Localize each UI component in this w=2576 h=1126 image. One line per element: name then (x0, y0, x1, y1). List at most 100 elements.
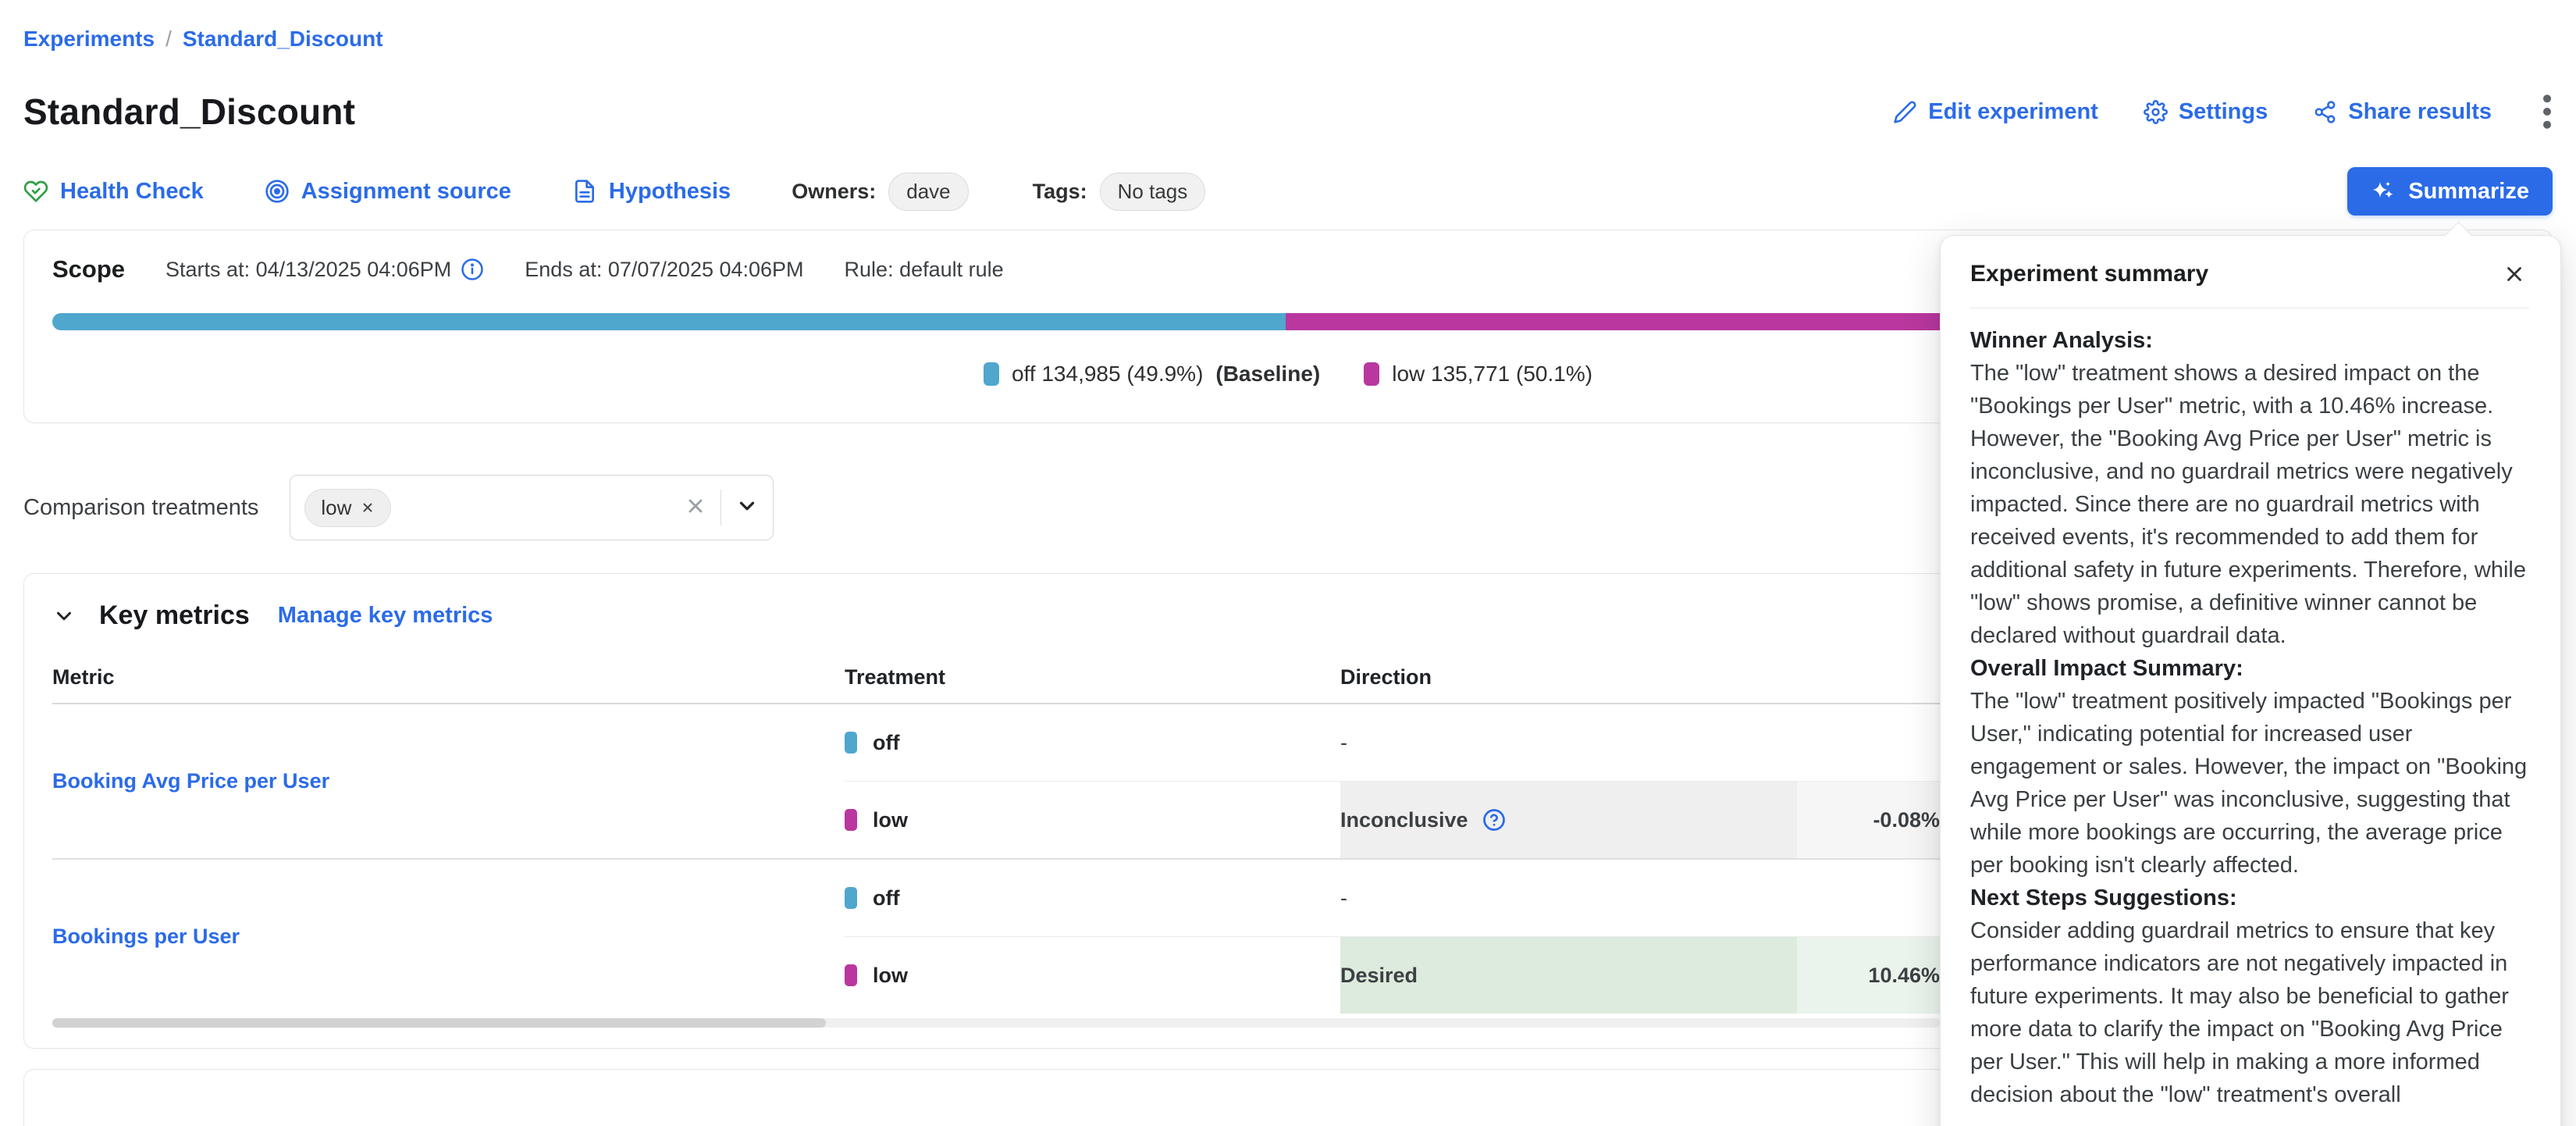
legend-baseline-tag: (Baseline) (1215, 362, 1320, 387)
settings-button[interactable]: Settings (2144, 99, 2268, 125)
chevron-down-icon[interactable] (735, 494, 759, 522)
summarize-button[interactable]: Summarize (2347, 167, 2553, 216)
legend-text-low: low 135,771 (50.1%) (1392, 362, 1592, 387)
summary-section-heading: Overall Impact Summary: (1970, 652, 2529, 685)
treatment-cell: off (845, 859, 1340, 937)
value-cell (1797, 704, 1940, 782)
settings-label: Settings (2179, 99, 2268, 125)
selected-treatment-chip[interactable]: low (304, 489, 391, 527)
share-results-label: Share results (2348, 99, 2492, 125)
summary-section-body: The "low" treatment positively impacted … (1970, 685, 2529, 882)
column-header-value (1797, 651, 1940, 704)
question-circle-icon[interactable] (1482, 808, 1506, 832)
legend-item-off: off 134,985 (49.9%) (Baseline) (984, 362, 1320, 387)
distribution-segment-off (52, 313, 1286, 330)
metric-link[interactable]: Booking Avg Price per User (52, 769, 329, 793)
gear-icon (2144, 100, 2168, 124)
tab-health-check[interactable]: Health Check (23, 179, 204, 205)
legend-swatch-low (1364, 362, 1379, 386)
legend-swatch-off (984, 362, 999, 386)
sparkles-icon (2371, 179, 2396, 204)
owners-group: Owners: dave (792, 173, 968, 211)
table-row: Bookings per User off - (52, 859, 1940, 937)
experiment-summary-panel: Experiment summary Winner Analysis: The … (1940, 235, 2561, 1126)
document-icon (572, 179, 597, 204)
direction-cell-inconclusive: Inconclusive (1340, 782, 1797, 860)
heart-check-icon (23, 179, 48, 204)
metric-group: Booking Avg Price per User off - (52, 704, 1940, 859)
scope-starts: Starts at: 04/13/2025 04:06PM (165, 258, 484, 282)
tab-assignment-source[interactable]: Assignment source (265, 179, 511, 205)
breadcrumb-link-experiments[interactable]: Experiments (23, 27, 155, 52)
treatment-label: off (873, 731, 899, 755)
treatment-swatch (845, 809, 857, 831)
breadcrumb-link-current[interactable]: Standard_Discount (183, 27, 383, 52)
scope-title: Scope (52, 255, 125, 283)
value-cell: -0.08% (1797, 782, 1940, 860)
value-cell: 10.46% (1797, 937, 1940, 1014)
treatment-label: low (873, 808, 908, 832)
summary-panel-header: Experiment summary (1970, 259, 2529, 289)
treatment-swatch (845, 964, 857, 986)
share-icon (2313, 100, 2337, 124)
comparison-treatments-select[interactable]: low (290, 475, 774, 540)
summary-panel-title: Experiment summary (1970, 261, 2208, 287)
table-header-row: Metric Treatment Direction (52, 651, 1940, 704)
page-title: Standard_Discount (23, 91, 355, 133)
direction-label: Inconclusive (1340, 808, 1468, 832)
manage-key-metrics-link[interactable]: Manage key metrics (278, 603, 493, 629)
collapse-chevron-icon[interactable] (52, 604, 76, 628)
summary-section-body: Consider adding guardrail metrics to ens… (1970, 914, 2529, 1111)
column-header-treatment: Treatment (845, 651, 1340, 704)
treatment-label: low (873, 964, 908, 988)
title-row: Standard_Discount Edit experiment Settin… (23, 91, 2553, 133)
summarize-label: Summarize (2408, 179, 2529, 205)
toolbar-row: Health Check Assignment source Hypothesi… (23, 167, 2553, 216)
summary-section-heading: Next Steps Suggestions: (1970, 882, 2529, 914)
treatment-cell: low (845, 782, 1340, 860)
treatment-swatch (845, 732, 857, 754)
info-icon[interactable] (461, 258, 484, 281)
column-header-metric: Metric (52, 651, 845, 704)
treatment-swatch (845, 887, 857, 909)
select-clear-icon[interactable] (685, 495, 706, 521)
comparison-treatments-label: Comparison treatments (23, 495, 258, 521)
direction-cell: - (1340, 704, 1797, 782)
tab-health-check-label: Health Check (60, 179, 204, 205)
owners-label: Owners: (792, 180, 876, 204)
key-metrics-title: Key metrics (99, 600, 250, 631)
tab-hypothesis[interactable]: Hypothesis (572, 179, 731, 205)
experiment-page: Experiments / Standard_Discount Standard… (0, 0, 2576, 1126)
share-results-button[interactable]: Share results (2313, 99, 2492, 125)
metric-cell: Booking Avg Price per User (52, 704, 845, 859)
treatment-cell: low (845, 937, 1340, 1014)
legend-text-off: off 134,985 (49.9%) (1012, 362, 1203, 387)
scope-starts-text: Starts at: 04/13/2025 04:06PM (165, 258, 451, 282)
header-actions: Edit experiment Settings Share results (1893, 94, 2553, 130)
key-metrics-table: Metric Treatment Direction Booking Avg P… (52, 651, 1940, 1014)
scrollbar-thumb[interactable] (52, 1018, 826, 1028)
edit-experiment-button[interactable]: Edit experiment (1893, 99, 2098, 125)
selected-treatment-chip-label: low (321, 496, 351, 520)
treatment-label: off (873, 886, 899, 910)
chip-remove-icon[interactable] (361, 501, 375, 515)
breadcrumb: Experiments / Standard_Discount (23, 27, 2553, 52)
summary-panel-body: Winner Analysis: The "low" treatment sho… (1970, 324, 2529, 1111)
pencil-icon (1893, 100, 1917, 124)
legend-item-low: low 135,771 (50.1%) (1364, 362, 1592, 387)
direction-cell-desired: Desired (1340, 937, 1797, 1014)
owner-pill: dave (888, 173, 968, 211)
summary-section-heading: Winner Analysis: (1970, 324, 2529, 357)
treatment-cell: off (845, 704, 1340, 782)
select-controls (685, 490, 759, 526)
summary-section-body: The "low" treatment shows a desired impa… (1970, 357, 2529, 652)
metric-link[interactable]: Bookings per User (52, 925, 240, 948)
direction-cell: - (1340, 859, 1797, 937)
table-horizontal-scrollbar[interactable] (52, 1018, 1940, 1028)
value-cell (1797, 859, 1940, 937)
close-icon[interactable] (2500, 259, 2529, 289)
tags-group: Tags: No tags (1033, 173, 1206, 211)
target-icon (265, 179, 290, 204)
metric-cell: Bookings per User (52, 859, 845, 1014)
kebab-menu-icon[interactable] (2542, 94, 2553, 130)
